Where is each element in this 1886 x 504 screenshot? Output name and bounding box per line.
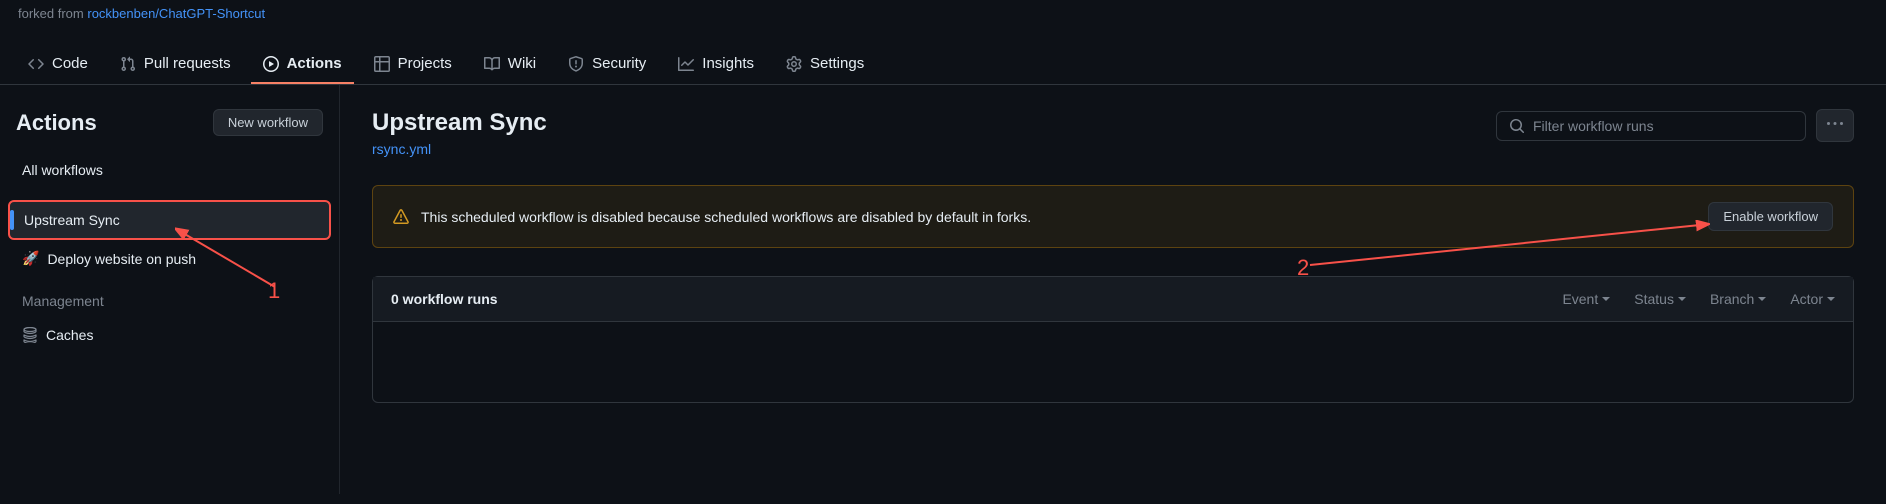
filter-input[interactable] <box>1533 118 1793 134</box>
runs-body <box>373 322 1853 402</box>
nav-pull-requests[interactable]: Pull requests <box>108 45 243 84</box>
workflow-file-link[interactable]: rsync.yml <box>372 141 431 157</box>
search-icon <box>1509 118 1525 134</box>
filter-input-wrap[interactable] <box>1496 111 1806 141</box>
nav-insights-label: Insights <box>702 55 754 72</box>
nav-actions[interactable]: Actions <box>251 45 354 84</box>
content: Upstream Sync rsync.yml This scheduled w… <box>340 85 1886 494</box>
nav-security[interactable]: Security <box>556 45 658 84</box>
chevron-down-icon <box>1678 297 1686 301</box>
nav-actions-label: Actions <box>287 55 342 72</box>
nav-projects[interactable]: Projects <box>362 45 464 84</box>
sidebar: Actions New workflow All workflows Upstr… <box>0 85 340 494</box>
nav-insights[interactable]: Insights <box>666 45 766 84</box>
code-icon <box>28 56 44 72</box>
chevron-down-icon <box>1758 297 1766 301</box>
caches-label: Caches <box>46 327 93 343</box>
management-label: Management <box>8 277 331 317</box>
fork-repo-link[interactable]: rockbenben/ChatGPT-Shortcut <box>87 6 265 21</box>
nav-wiki[interactable]: Wiki <box>472 45 548 84</box>
workflow-label: Deploy website on push <box>47 251 196 267</box>
warning-content: This scheduled workflow is disabled beca… <box>393 209 1031 225</box>
nav-code-label: Code <box>52 55 88 72</box>
alert-icon <box>393 209 409 225</box>
header-controls <box>1496 109 1854 142</box>
table-icon <box>374 56 390 72</box>
pull-request-icon <box>120 56 136 72</box>
workflow-item-upstream-sync[interactable]: Upstream Sync <box>8 200 331 240</box>
runs-count: 0 workflow runs <box>391 291 498 307</box>
fork-info: forked from rockbenben/ChatGPT-Shortcut <box>0 0 1886 27</box>
workflow-title: Upstream Sync <box>372 109 547 137</box>
fork-prefix: forked from <box>18 6 84 21</box>
all-workflows-item[interactable]: All workflows <box>8 152 331 188</box>
book-icon <box>484 56 500 72</box>
kebab-menu-button[interactable] <box>1816 109 1854 142</box>
runs-header: 0 workflow runs Event Status Branch <box>373 277 1853 322</box>
nav-security-label: Security <box>592 55 646 72</box>
nav-projects-label: Projects <box>398 55 452 72</box>
all-workflows-label: All workflows <box>22 162 103 178</box>
branch-filter[interactable]: Branch <box>1710 291 1766 307</box>
chevron-down-icon <box>1827 297 1835 301</box>
status-filter[interactable]: Status <box>1634 291 1686 307</box>
nav-code[interactable]: Code <box>16 45 100 84</box>
workflow-title-group: Upstream Sync rsync.yml <box>372 109 547 157</box>
warning-banner: This scheduled workflow is disabled beca… <box>372 185 1854 248</box>
rocket-icon: 🚀 <box>22 250 39 267</box>
shield-icon <box>568 56 584 72</box>
caches-item[interactable]: Caches <box>8 317 331 353</box>
filter-dropdowns: Event Status Branch Actor <box>1562 291 1835 307</box>
new-workflow-button[interactable]: New workflow <box>213 109 323 136</box>
play-icon <box>263 56 279 72</box>
nav-wiki-label: Wiki <box>508 55 536 72</box>
nav-pr-label: Pull requests <box>144 55 231 72</box>
event-filter[interactable]: Event <box>1562 291 1610 307</box>
nav-settings[interactable]: Settings <box>774 45 876 84</box>
runs-panel: 0 workflow runs Event Status Branch <box>372 276 1854 403</box>
gear-icon <box>786 56 802 72</box>
enable-workflow-button[interactable]: Enable workflow <box>1708 202 1833 231</box>
workflow-label: Upstream Sync <box>24 212 120 228</box>
nav-settings-label: Settings <box>810 55 864 72</box>
sidebar-title: Actions <box>16 110 97 136</box>
workflow-item-deploy[interactable]: 🚀 Deploy website on push <box>8 240 331 277</box>
graph-icon <box>678 56 694 72</box>
warning-text: This scheduled workflow is disabled beca… <box>421 209 1031 225</box>
kebab-icon <box>1827 116 1843 132</box>
actor-filter[interactable]: Actor <box>1790 291 1835 307</box>
main-layout: Actions New workflow All workflows Upstr… <box>0 85 1886 494</box>
chevron-down-icon <box>1602 297 1610 301</box>
sidebar-header: Actions New workflow <box>8 101 331 152</box>
repo-nav: Code Pull requests Actions Projects Wiki… <box>0 45 1886 85</box>
database-icon <box>22 327 38 343</box>
workflow-header: Upstream Sync rsync.yml <box>372 109 1854 157</box>
